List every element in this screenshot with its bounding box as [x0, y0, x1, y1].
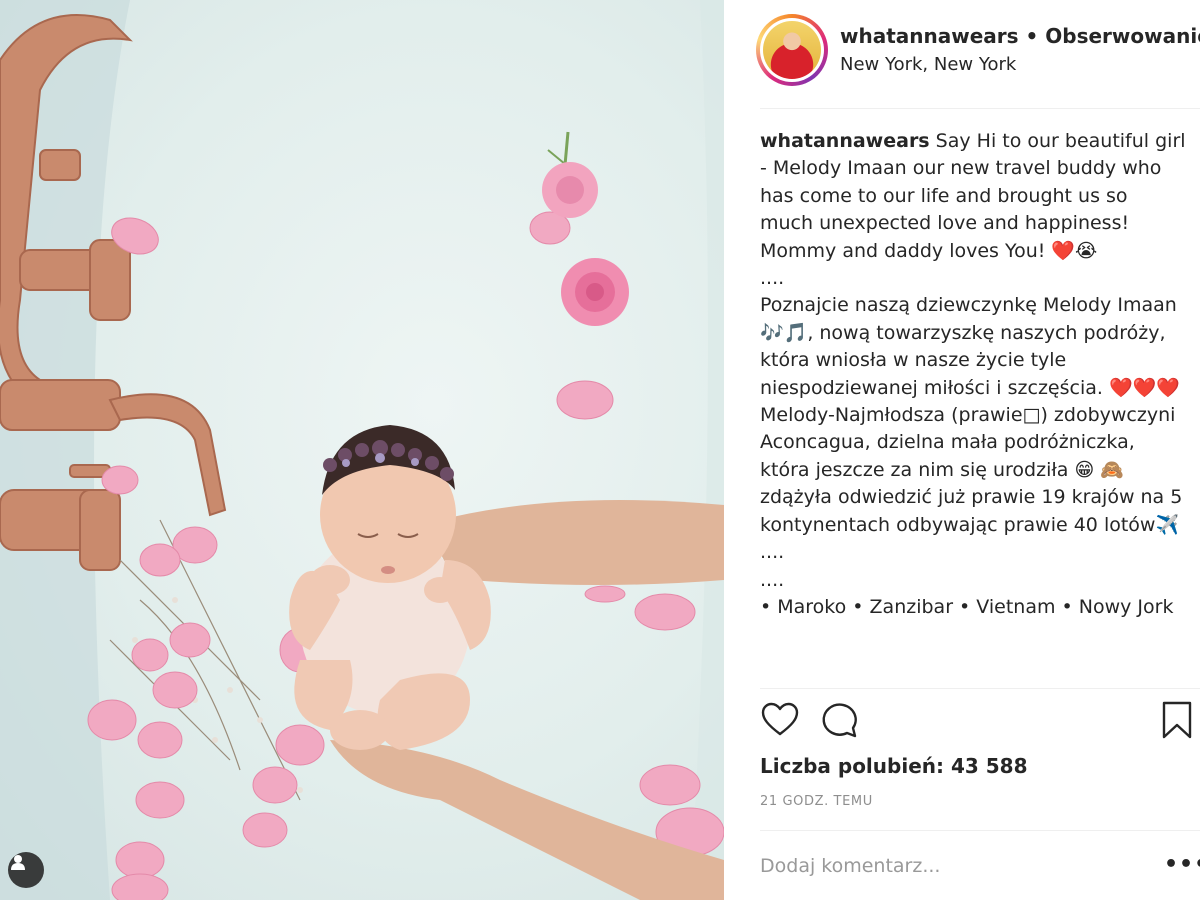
post-actions	[760, 700, 1192, 744]
comment-divider	[760, 830, 1200, 831]
story-ring[interactable]	[756, 14, 828, 86]
avatar-frame	[760, 18, 824, 82]
more-options-button[interactable]: •••	[1164, 850, 1200, 880]
like-button[interactable]	[760, 700, 800, 744]
speech-bubble-icon	[822, 703, 857, 738]
caption-paragraph-1: whatannawears Say Hi to our beautiful gi…	[760, 128, 1186, 265]
caption-paragraph-6: • Maroko • Zanzibar • Vietnam • Nowy Jor…	[760, 595, 1174, 618]
save-button[interactable]	[1160, 700, 1194, 744]
follow-status-button[interactable]: Obserwowanie	[1045, 24, 1200, 48]
photo-illustration	[0, 0, 724, 900]
comment-button[interactable]	[820, 700, 860, 744]
person-tag-icon	[11, 855, 25, 870]
avatar	[763, 21, 821, 79]
caption-divider	[760, 688, 1200, 689]
comment-input[interactable]	[760, 852, 1120, 880]
caption-paragraph-3: Poznajcie naszą dziewczynkę Melody Imaan…	[760, 294, 1180, 399]
post-photo[interactable]	[0, 0, 724, 900]
post-side-panel: whatannawears • Obserwowanie New York, N…	[724, 0, 1200, 900]
post-header: whatannawears • Obserwowanie New York, N…	[724, 0, 1200, 108]
caption-paragraph-4: Melody-Najmłodsza (prawie□) zdobywczyni …	[760, 404, 1183, 564]
header-separator: •	[1018, 24, 1046, 48]
post-timestamp: 21 GODZ. TEMU	[760, 794, 873, 809]
username-link[interactable]: whatannawears	[840, 24, 1019, 48]
location-link[interactable]: New York, New York	[840, 54, 1016, 75]
tag-people-button[interactable]	[8, 852, 44, 888]
caption-paragraph-2: ....	[760, 267, 785, 290]
header-divider	[760, 108, 1200, 109]
header-title: whatannawears • Obserwowanie	[840, 24, 1200, 48]
heart-outline-icon	[761, 702, 799, 736]
caption-paragraph-5: ....	[760, 568, 785, 591]
post-caption: whatannawears Say Hi to our beautiful gi…	[760, 128, 1186, 686]
caption-username-link[interactable]: whatannawears	[760, 130, 930, 152]
likes-count[interactable]: Liczba polubień: 43 588	[760, 754, 1028, 778]
bookmark-icon	[1162, 701, 1192, 739]
